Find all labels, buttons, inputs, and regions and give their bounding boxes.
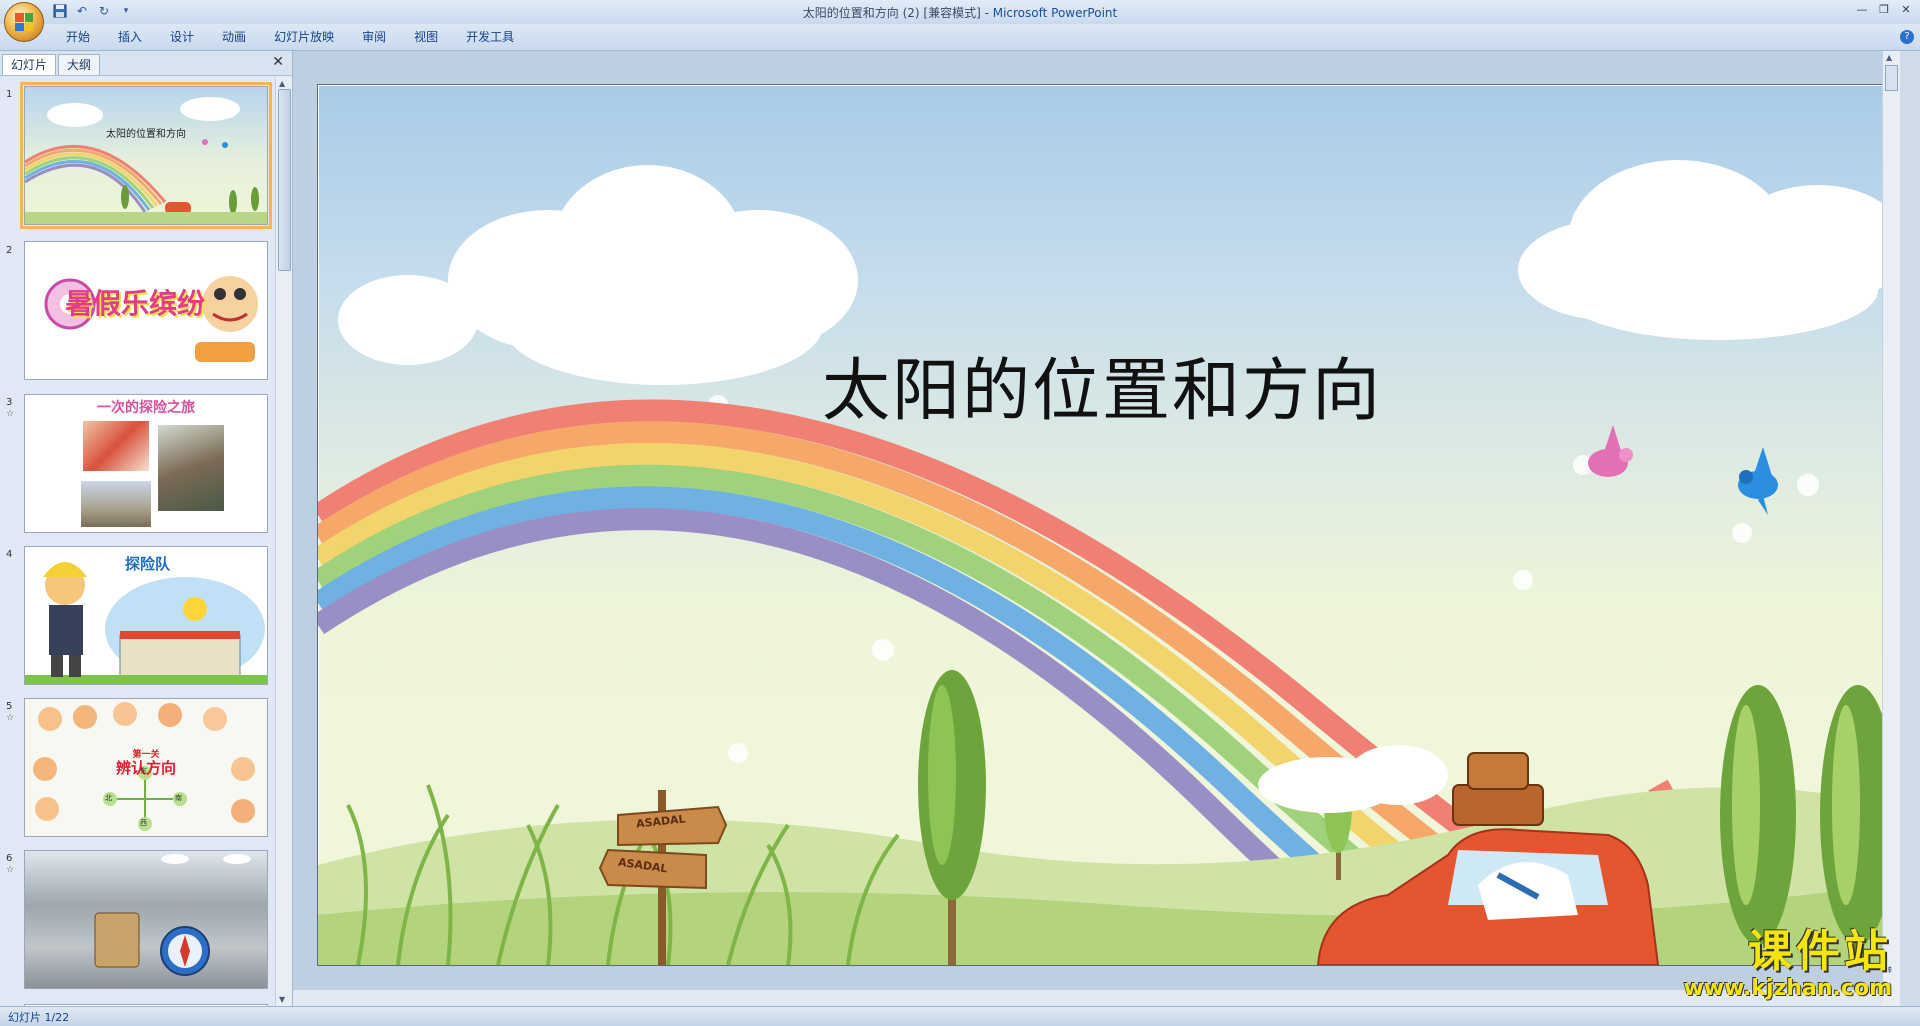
slide-counter: 幻灯片 1/22 bbox=[8, 1011, 70, 1024]
status-bar: 幻灯片 1/22 bbox=[0, 1006, 1920, 1026]
tab-insert[interactable]: 插入 bbox=[104, 29, 156, 45]
thumb-3-title: 一次的探险之旅 bbox=[97, 400, 195, 416]
help-icon[interactable]: ? bbox=[1900, 30, 1914, 44]
thumb-number: 6 bbox=[6, 853, 13, 864]
thumb-2-title: 暑假乐缤纷 bbox=[65, 287, 206, 320]
bird-blue bbox=[1738, 447, 1778, 515]
thumb-4-title: 探险队 bbox=[125, 555, 171, 573]
current-slide[interactable]: 太阳的位置和方向 ASADAL ASADAL bbox=[317, 84, 1887, 966]
tab-review[interactable]: 审阅 bbox=[348, 29, 400, 45]
watermark: 课件站 www.kjzhan.com bbox=[1683, 926, 1892, 1002]
editor-horizontal-scrollbar[interactable] bbox=[293, 989, 1883, 1006]
office-logo-icon bbox=[15, 13, 33, 31]
slide-editor: 太阳的位置和方向 ASADAL ASADAL ▲ ⇞ ⇟ bbox=[293, 51, 1900, 1006]
compass-label: 西 bbox=[140, 819, 147, 827]
thumb-number: 1 bbox=[6, 89, 13, 100]
tab-slides[interactable]: 幻灯片 bbox=[2, 54, 57, 75]
thumb-number: 3 bbox=[6, 397, 13, 408]
slide-thumbnail-2[interactable]: 暑假乐缤纷 bbox=[24, 241, 268, 380]
tab-design[interactable]: 设计 bbox=[156, 29, 208, 45]
slides-pane: 幻灯片 大纲 ✕ 1 太阳的位置和方向 2 暑假乐缤纷 3 ☆ 一次的探险之旅 … bbox=[0, 51, 293, 1006]
thumb-number: 5 bbox=[6, 701, 13, 712]
tab-outline[interactable]: 大纲 bbox=[58, 54, 101, 75]
tab-home[interactable]: 开始 bbox=[52, 29, 104, 45]
app-name: Microsoft PowerPoint bbox=[992, 6, 1118, 20]
animation-star-icon: ☆ bbox=[6, 713, 15, 723]
watermark-name: 课件站 bbox=[1748, 926, 1892, 977]
tab-animations[interactable]: 动画 bbox=[208, 29, 260, 45]
title-bar: ↶ ↻ ▾ 太阳的位置和方向 (2) [兼容模式] - Microsoft Po… bbox=[0, 0, 1920, 42]
document-title: 太阳的位置和方向 (2) [兼容模式] - bbox=[802, 6, 993, 20]
scroll-up-icon[interactable]: ▲ bbox=[279, 79, 285, 88]
thumb-number: 4 bbox=[6, 549, 13, 560]
watermark-url: www.kjzhan.com bbox=[1683, 976, 1892, 1001]
photo-camping bbox=[81, 481, 151, 527]
cloud-right bbox=[1518, 160, 1886, 340]
slide-thumbnail-6[interactable] bbox=[24, 850, 268, 989]
scroll-up-icon[interactable]: ▲ bbox=[1886, 53, 1892, 62]
slide-thumbnail-1[interactable]: 太阳的位置和方向 bbox=[20, 82, 272, 229]
slide-thumbnail-5[interactable]: 第一关 辨认方向 东 北 南 西 bbox=[24, 698, 268, 837]
compass-label: 东 bbox=[140, 767, 147, 775]
thumb-1-title: 太阳的位置和方向 bbox=[106, 129, 186, 140]
animation-star-icon: ☆ bbox=[6, 865, 15, 875]
thumb-1-scene bbox=[25, 97, 267, 224]
close-pane-icon[interactable]: ✕ bbox=[272, 54, 284, 70]
slide-title[interactable]: 太阳的位置和方向 bbox=[318, 335, 1886, 434]
editor-vertical-scrollbar[interactable]: ▲ ⇞ ⇟ bbox=[1882, 51, 1900, 1006]
tab-view[interactable]: 视图 bbox=[400, 29, 452, 45]
compass-label: 北 bbox=[105, 794, 112, 802]
animation-star-icon: ☆ bbox=[6, 409, 15, 419]
photo-children bbox=[83, 421, 149, 471]
window-title: 太阳的位置和方向 (2) [兼容模式] - Microsoft PowerPoi… bbox=[0, 4, 1920, 21]
scroll-thumb[interactable] bbox=[278, 89, 291, 271]
slide-background-scene bbox=[318, 160, 1886, 965]
office-button[interactable] bbox=[4, 2, 44, 42]
minimize-button[interactable]: — bbox=[1852, 0, 1872, 18]
scroll-down-icon[interactable]: ▼ bbox=[279, 995, 285, 1004]
restore-button[interactable]: ❐ bbox=[1874, 0, 1894, 18]
tab-slideshow[interactable]: 幻灯片放映 bbox=[260, 29, 348, 45]
compass-label: 南 bbox=[175, 794, 182, 802]
thumbnail-list: 1 太阳的位置和方向 2 暑假乐缤纷 3 ☆ 一次的探险之旅 4 探险队 5 ☆… bbox=[0, 81, 275, 1006]
thumb-6-scene bbox=[94, 854, 251, 976]
close-button[interactable]: ✕ bbox=[1896, 0, 1916, 18]
photo-climbing bbox=[158, 425, 224, 511]
window-controls: — ❐ ✕ bbox=[1852, 0, 1916, 18]
ribbon-tabs: 开始 插入 设计 动画 幻灯片放映 审阅 视图 开发工具 ? bbox=[0, 24, 1920, 51]
scroll-thumb[interactable] bbox=[1885, 65, 1898, 91]
pane-tabs: 幻灯片 大纲 ✕ bbox=[0, 51, 292, 76]
tab-developer[interactable]: 开发工具 bbox=[452, 29, 528, 45]
thumb-number: 2 bbox=[6, 245, 13, 256]
thumbnail-scrollbar[interactable]: ▲ ▼ bbox=[275, 77, 292, 1006]
slide-thumbnail-4[interactable]: 探险队 bbox=[24, 546, 268, 685]
slide-thumbnail-3[interactable]: 一次的探险之旅 bbox=[24, 394, 268, 533]
